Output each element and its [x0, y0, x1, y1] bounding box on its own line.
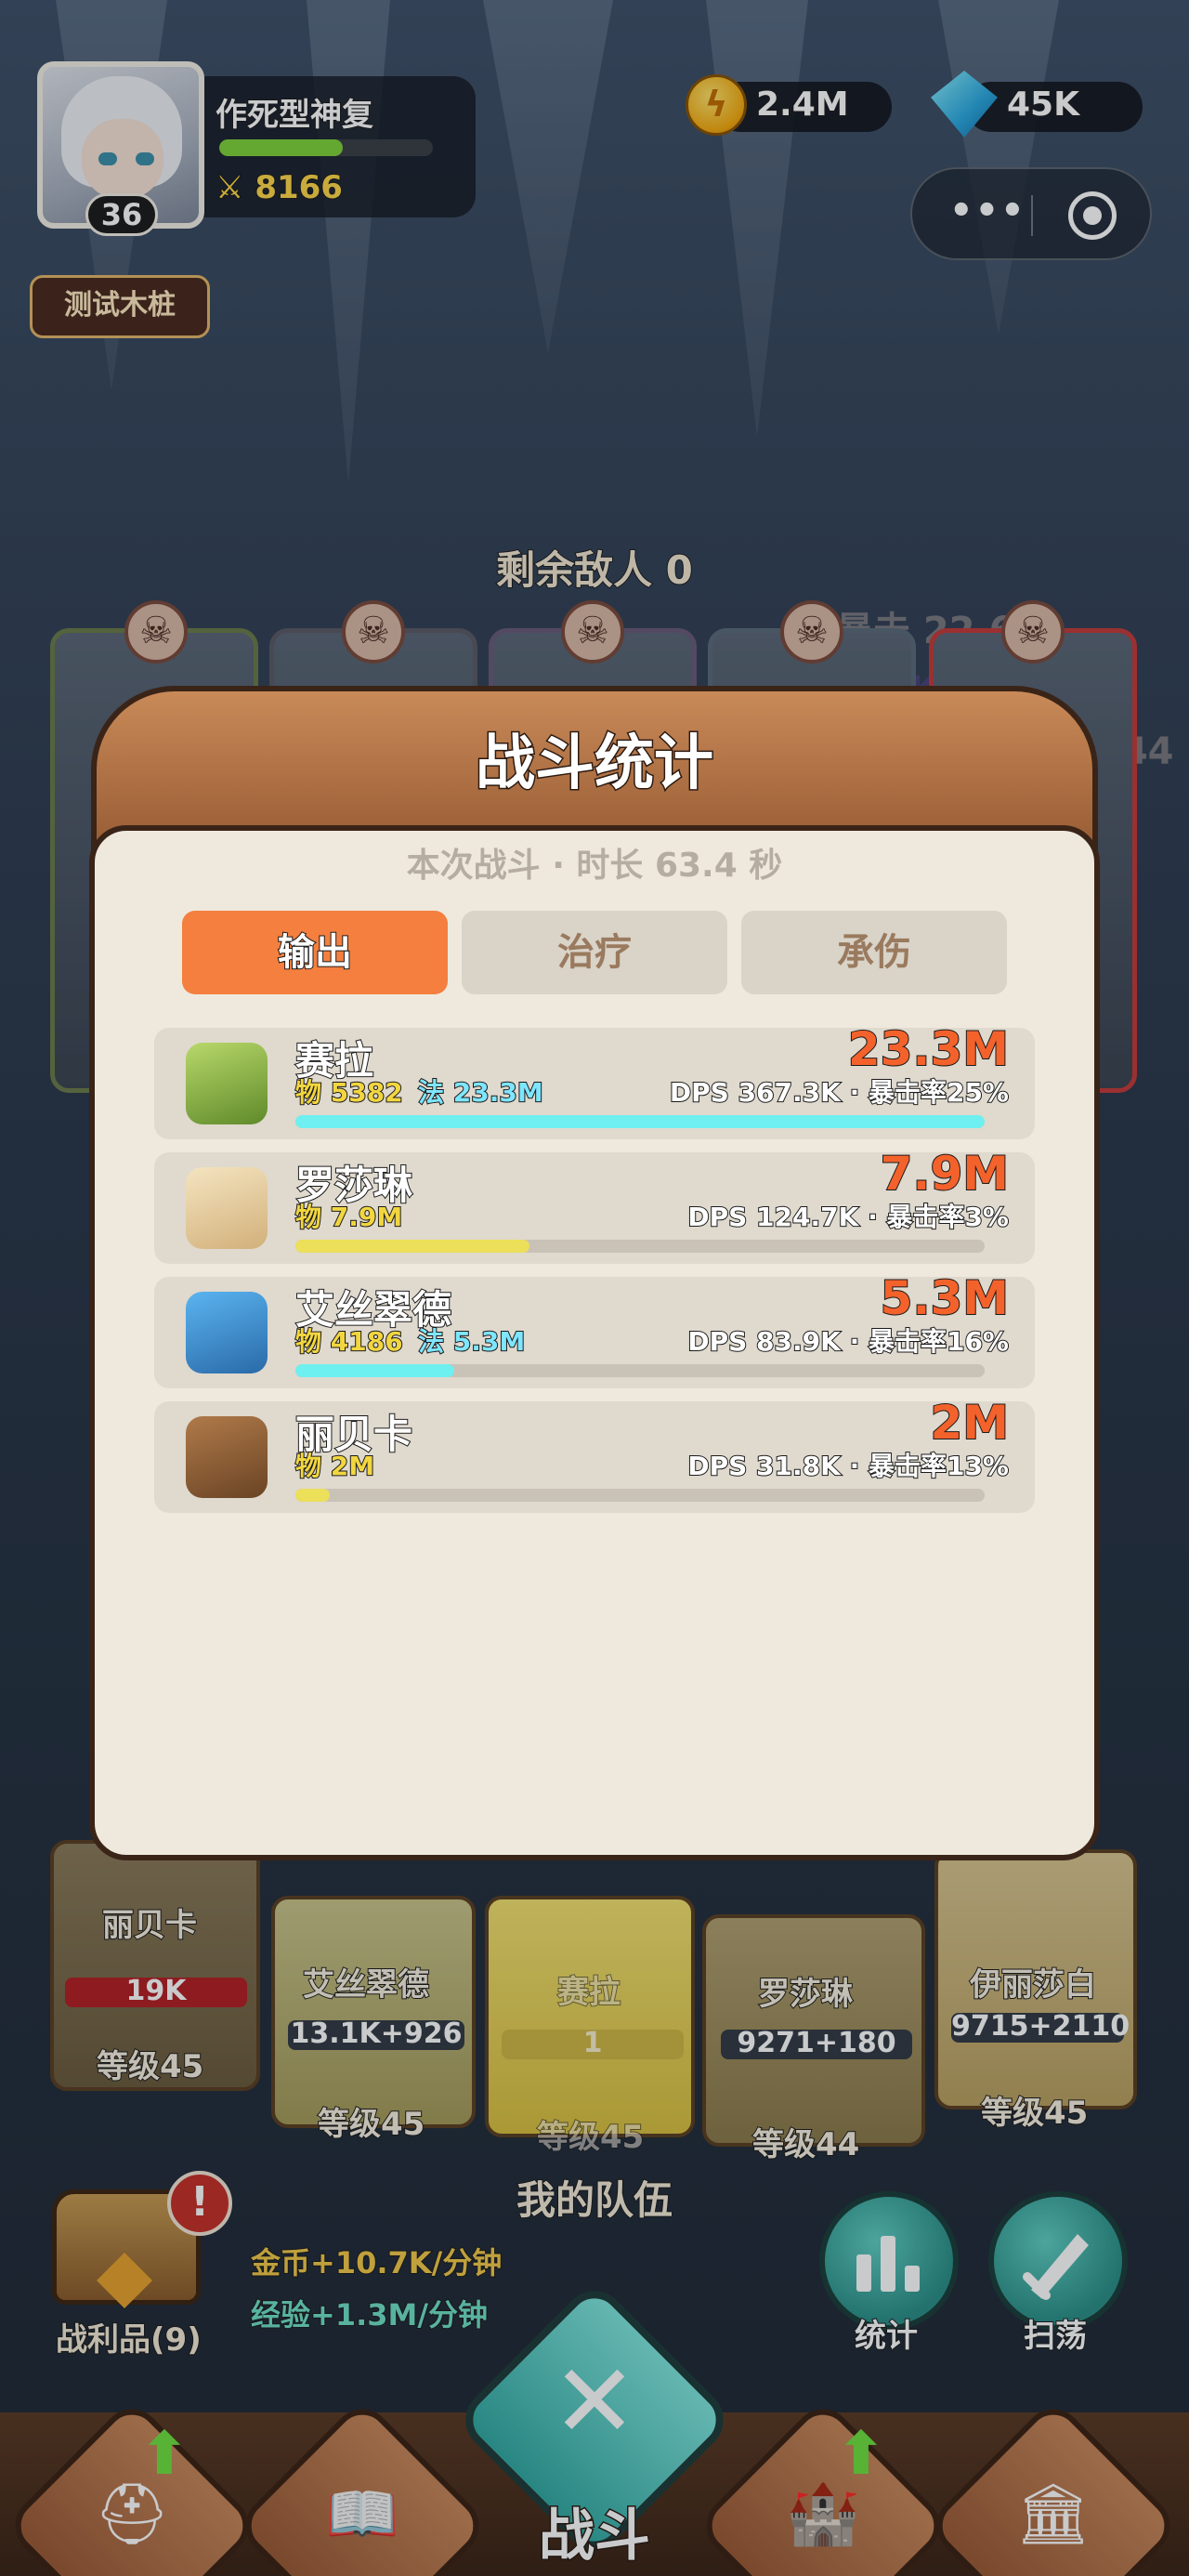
- damage-share-fill: [295, 1364, 454, 1377]
- hero-magic-damage: 法 5.3M: [417, 1325, 526, 1358]
- hero-damage-row: 罗莎琳 7.9M 物 7.9M DPS 124.7K · 暴击率3%: [154, 1146, 1035, 1264]
- hero-portrait: [186, 1043, 268, 1124]
- hero-portrait: [186, 1167, 268, 1249]
- hero-damage-row: 丽贝卡 2M 物 2M DPS 31.8K · 暴击率13%: [154, 1395, 1035, 1513]
- hero-total-damage: 23.3M: [847, 1021, 1010, 1077]
- tab-healing[interactable]: 治疗: [462, 911, 727, 994]
- hero-dps-crit: DPS 31.8K · 暴击率13%: [686, 1450, 1010, 1482]
- hero-magic-damage: 法 23.3M: [417, 1076, 544, 1109]
- damage-share-bar: [295, 1240, 985, 1253]
- hero-portrait: [186, 1416, 268, 1498]
- hero-total-damage: 5.3M: [880, 1270, 1010, 1326]
- damage-share-bar: [295, 1489, 985, 1502]
- battle-duration: 本次战斗 · 时长 63.4 秒: [406, 847, 783, 885]
- hero-dps-crit: DPS 124.7K · 暴击率3%: [686, 1201, 1010, 1233]
- damage-share-bar: [295, 1364, 985, 1377]
- hero-total-damage: 7.9M: [880, 1146, 1010, 1202]
- hero-damage-row: 赛拉 23.3M 物 5382 法 23.3M DPS 367.3K · 暴击率…: [154, 1021, 1035, 1139]
- tab-damage[interactable]: 输出: [182, 911, 448, 994]
- hero-dps-crit: DPS 367.3K · 暴击率25%: [669, 1076, 1010, 1109]
- hero-portrait: [186, 1292, 268, 1373]
- hero-physical-damage: 物 4186: [294, 1325, 404, 1358]
- damage-share-bar: [295, 1115, 985, 1128]
- damage-share-fill: [295, 1240, 530, 1253]
- hero-total-damage: 2M: [929, 1395, 1010, 1451]
- hero-physical-damage: 物 5382: [294, 1076, 404, 1109]
- hero-physical-damage: 物 2M: [294, 1450, 375, 1482]
- hero-physical-damage: 物 7.9M: [294, 1201, 403, 1233]
- modal-title: 战斗统计: [475, 729, 715, 800]
- hero-damage-row: 艾丝翠德 5.3M 物 4186 法 5.3M DPS 83.9K · 暴击率1…: [154, 1270, 1035, 1388]
- damage-share-fill: [295, 1489, 331, 1502]
- hero-dps-crit: DPS 83.9K · 暴击率16%: [686, 1325, 1010, 1358]
- damage-share-fill: [295, 1115, 985, 1128]
- tab-damage-taken[interactable]: 承伤: [741, 911, 1007, 994]
